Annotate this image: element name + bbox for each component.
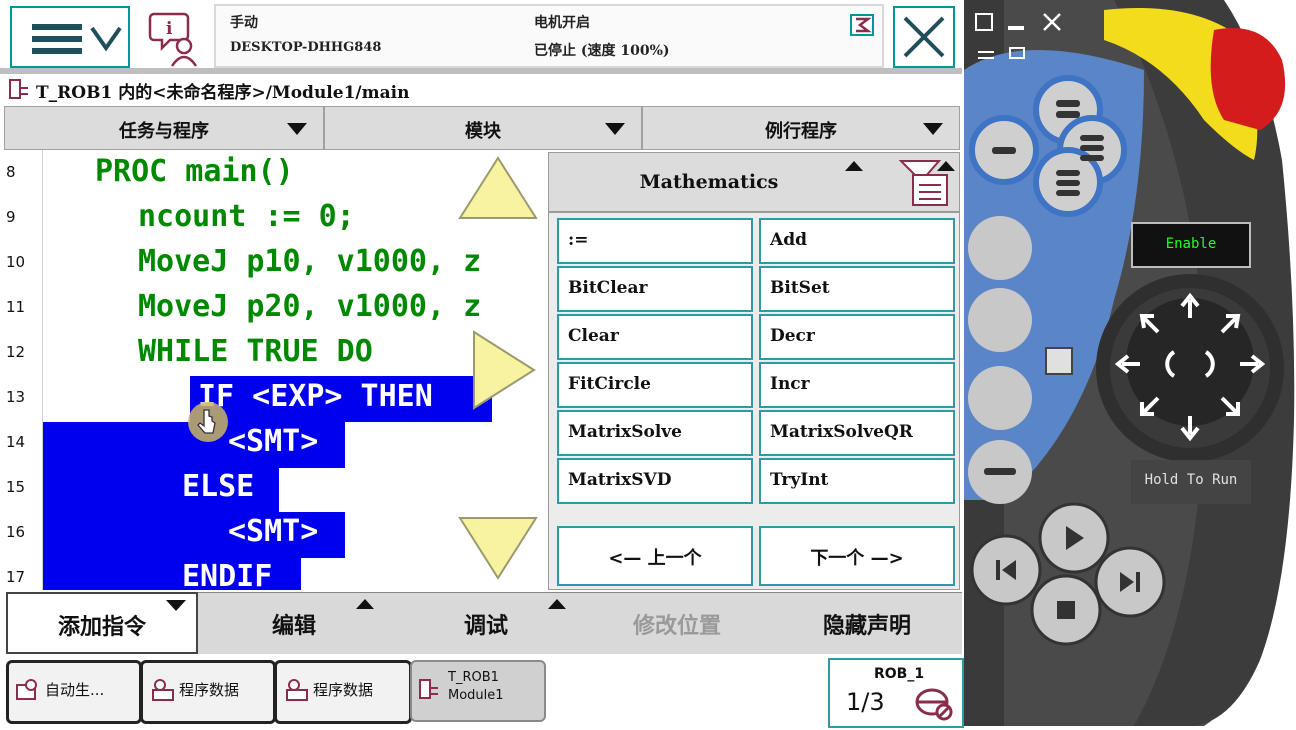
hold-to-run-button[interactable]: Hold To Run (1131, 460, 1251, 504)
debug-button[interactable]: 调试 (390, 592, 582, 654)
fn-matrixsolve-button[interactable]: MatrixSolve (557, 410, 753, 456)
code-line[interactable]: PROC main() (95, 152, 294, 192)
program-editor-icon (419, 679, 438, 699)
modules-dropdown[interactable]: 模块 (324, 106, 642, 150)
close-icon (903, 16, 945, 58)
fn-bitset-button[interactable]: BitSet (759, 266, 955, 312)
chevron-down-icon (166, 600, 186, 611)
fn-incr-button[interactable]: Incr (759, 362, 955, 408)
line-number: 8 (6, 163, 16, 181)
breadcrumb: T_ROB1 内的<未命名程序>/Module1/main (0, 74, 962, 106)
operating-mode: 手动 (230, 15, 258, 31)
task-autoconfig[interactable]: 自动生... (6, 660, 142, 724)
program-data-icon (152, 679, 174, 701)
instruction-picker[interactable]: Mathematics := Add BitClear BitSet Clear… (548, 152, 960, 590)
speed-override-icon (915, 688, 953, 721)
scroll-down-icon[interactable] (456, 514, 540, 580)
line-number: 15 (6, 478, 26, 496)
fn-add-button[interactable]: Add (759, 218, 955, 264)
hamburger-chevron-icon (32, 24, 122, 54)
panel-up-icon[interactable] (935, 159, 957, 173)
category-up-icon[interactable] (843, 159, 865, 173)
code-line[interactable]: ncount := 0; (138, 197, 355, 237)
task-program-editor[interactable]: T_ROB1 Module1 (410, 660, 546, 722)
task-program-data-2[interactable]: 程序数据 (274, 660, 412, 724)
event-log-button[interactable]: i (144, 6, 206, 68)
line-number: 11 (6, 298, 26, 316)
close-button[interactable] (893, 6, 955, 68)
code-line[interactable]: MoveJ p20, v1000, z (138, 287, 481, 327)
code-line[interactable]: IF <EXP> THEN (198, 377, 433, 417)
info-person-icon: i (148, 12, 198, 67)
program-state: 已停止 (速度 100%) (534, 43, 670, 59)
dropdown-label: 模块 (465, 121, 501, 142)
edit-button[interactable]: 编辑 (198, 592, 390, 654)
previous-page-button[interactable]: <— 上一个 (557, 526, 753, 586)
code-line[interactable]: <SMT> (228, 422, 318, 462)
fn-tryint-button[interactable]: TryInt (759, 458, 955, 504)
fn-matrixsvd-button[interactable]: MatrixSVD (557, 458, 753, 504)
code-line[interactable]: <SMT> (228, 512, 318, 552)
line-number: 13 (6, 388, 26, 406)
next-page-button[interactable]: 下一个 —> (759, 526, 955, 586)
breadcrumb-path: T_ROB1 内的<未命名程序>/Module1/main (36, 83, 410, 103)
line-number: 9 (6, 208, 16, 226)
robot-name: ROB_1 (874, 666, 925, 682)
modify-position-button[interactable]: 修改位置 (582, 592, 772, 654)
flexpendant-panel: Enable Hold To Run (964, 0, 1296, 726)
fn-fitcircle-button[interactable]: FitCircle (557, 362, 753, 408)
scroll-up-icon[interactable] (456, 156, 540, 222)
svg-text:i: i (166, 19, 173, 39)
routines-dropdown[interactable]: 例行程序 (642, 106, 960, 150)
dropdown-label: 任务与程序 (119, 121, 209, 142)
line-number: 12 (6, 343, 26, 361)
chevron-up-icon (548, 599, 566, 609)
speed-icon (850, 14, 874, 36)
code-line[interactable]: WHILE TRUE DO (138, 332, 373, 372)
run-mode-fraction: 1/3 (846, 688, 885, 716)
code-line[interactable]: ELSE (182, 467, 254, 507)
enable-button[interactable]: Enable (1131, 222, 1251, 268)
fn-decr-button[interactable]: Decr (759, 314, 955, 360)
scroll-right-icon[interactable] (472, 330, 538, 410)
tasks-programs-dropdown[interactable]: 任务与程序 (4, 106, 324, 150)
fn-bitclear-button[interactable]: BitClear (557, 266, 753, 312)
instruction-category-header[interactable]: Mathematics (549, 153, 959, 213)
line-number: 16 (6, 523, 26, 541)
code-line[interactable]: ENDIF (182, 557, 272, 590)
task-program-data-1[interactable]: 程序数据 (140, 660, 276, 724)
touch-cursor-icon (188, 402, 228, 442)
line-number: 17 (6, 568, 26, 586)
category-title: Mathematics (639, 171, 779, 193)
enable-label: Enable (1165, 236, 1217, 252)
program-editor-icon (9, 79, 28, 99)
fn-assign-button[interactable]: := (557, 218, 753, 264)
app-window-icon (16, 679, 37, 700)
code-line[interactable]: MoveJ p10, v1000, z (138, 242, 481, 282)
chevron-down-icon (605, 123, 625, 135)
chevron-down-icon (287, 123, 307, 135)
device-name: DESKTOP-DHHG848 (230, 40, 382, 55)
code-editor[interactable]: 8 9 10 11 12 13 14 15 16 17 PROC main() … (0, 150, 548, 590)
chevron-down-icon (923, 123, 943, 135)
line-number-gutter: 8 9 10 11 12 13 14 15 16 17 (0, 150, 43, 590)
flexpendant-body (964, 0, 1295, 726)
dropdown-label: 例行程序 (765, 121, 837, 142)
main-menu-button[interactable] (10, 6, 130, 68)
add-instruction-button[interactable]: 添加指令 (6, 592, 198, 654)
taskbar: 自动生... 程序数据 程序数据 T_ROB1 Module1 ROB_1 1/… (0, 654, 964, 728)
motor-status: 电机开启 (534, 15, 590, 31)
chevron-up-icon (356, 599, 374, 609)
line-number: 14 (6, 433, 26, 451)
fn-matrixsolveqr-button[interactable]: MatrixSolveQR (759, 410, 955, 456)
fn-clear-button[interactable]: Clear (557, 314, 753, 360)
line-number: 10 (6, 253, 26, 271)
quickset-button[interactable]: ROB_1 1/3 (828, 658, 964, 728)
hold-to-run-label: Hold To Run (1144, 472, 1238, 488)
program-data-icon (286, 679, 308, 701)
status-bar[interactable]: 手动 DESKTOP-DHHG848 电机开启 已停止 (速度 100%) (214, 4, 884, 68)
hide-declarations-button[interactable]: 隐藏声明 (772, 592, 962, 654)
